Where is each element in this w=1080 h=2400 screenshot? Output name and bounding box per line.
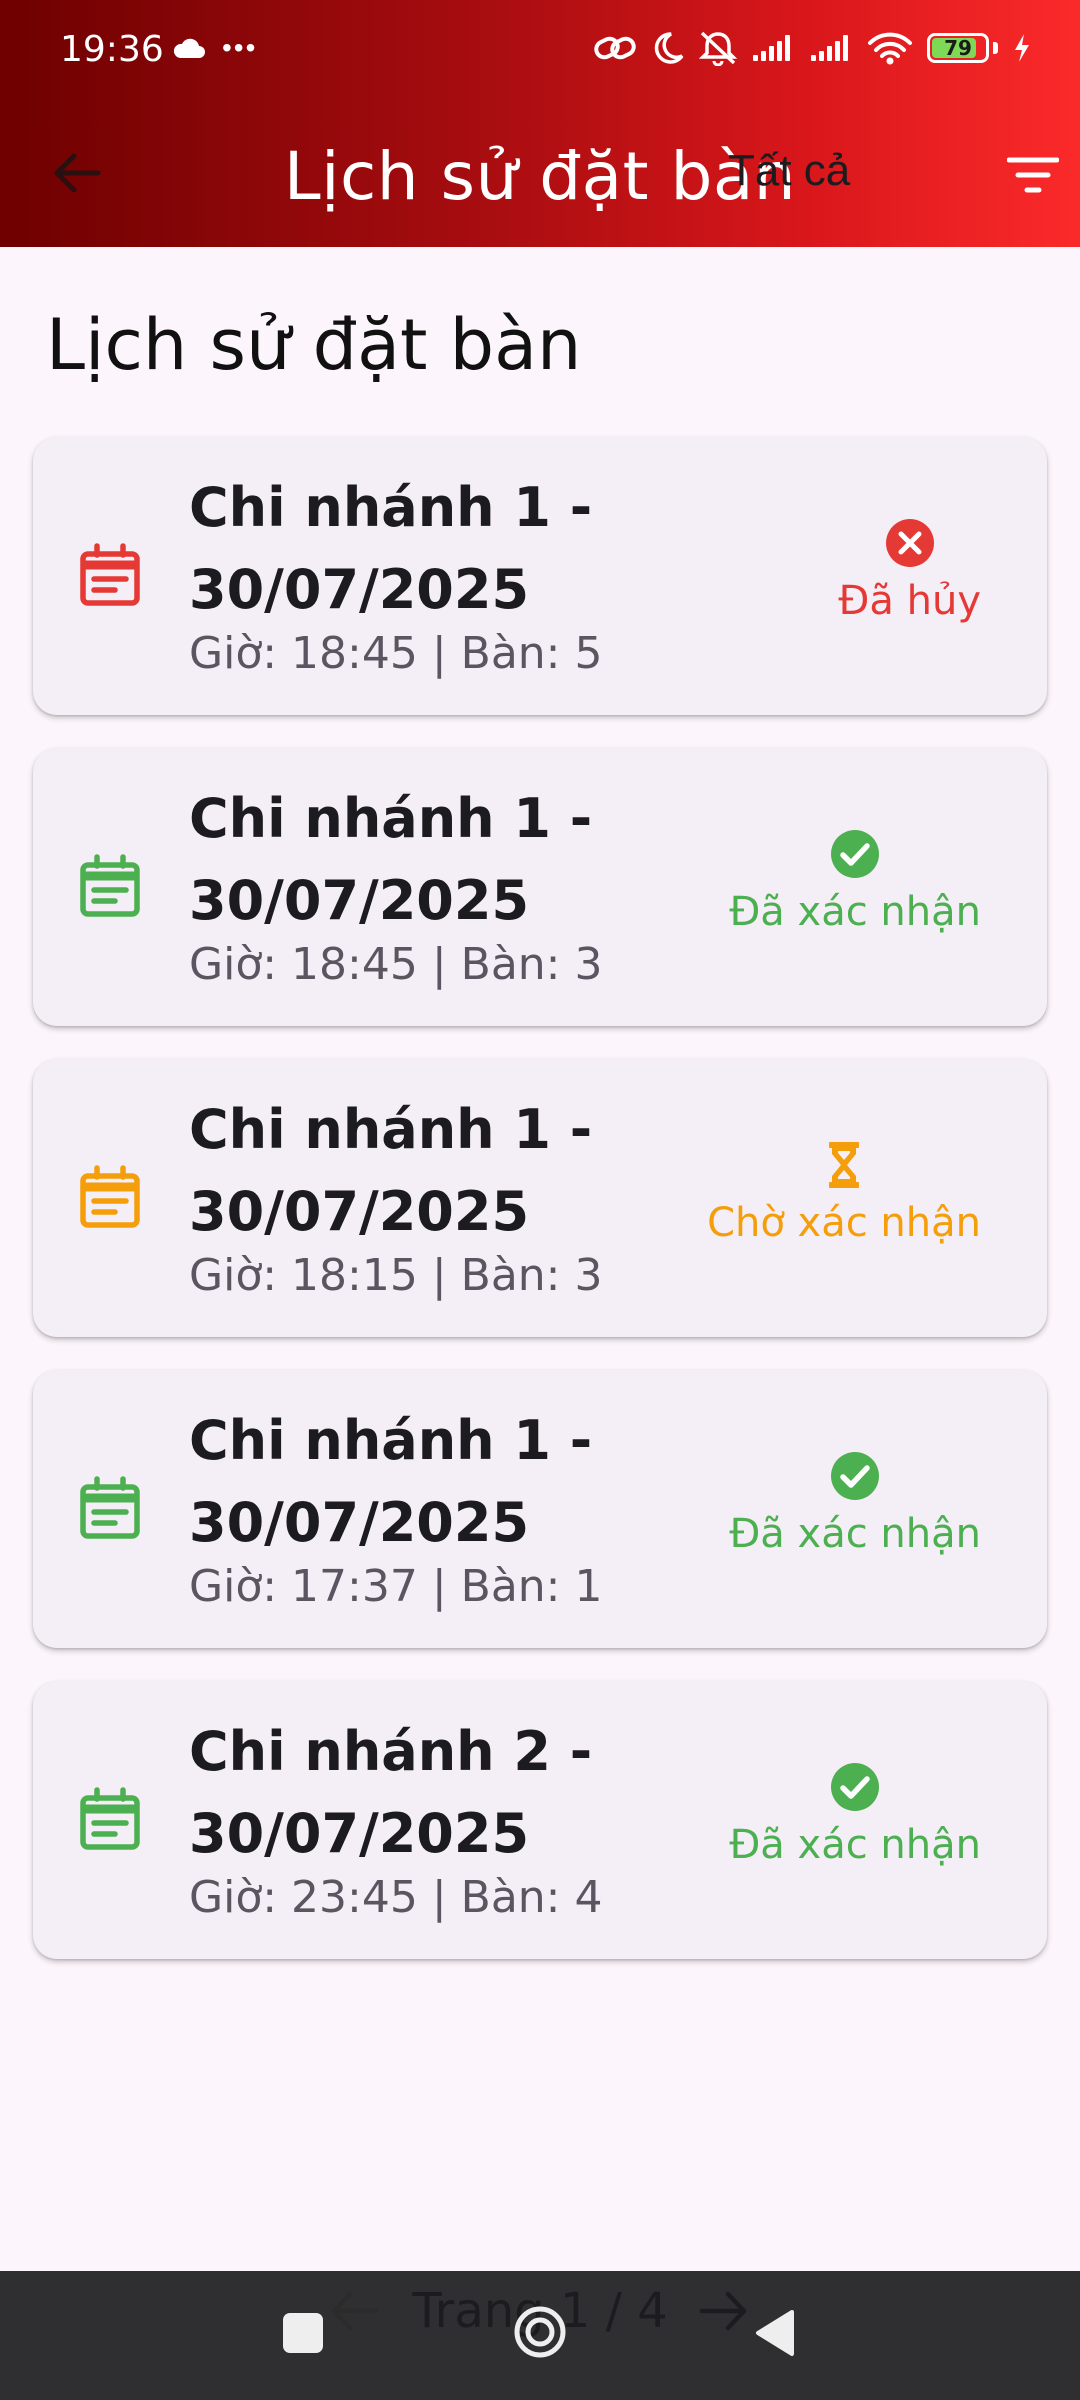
- app-bar: Lịch sử đặt bàn Tất cả: [0, 100, 1080, 247]
- more-dots: •••: [222, 32, 258, 63]
- cancel-circle-icon: [885, 519, 934, 567]
- system-back-icon[interactable]: [752, 2308, 798, 2358]
- check-circle-icon: [831, 830, 880, 878]
- cloud-icon: [173, 38, 205, 58]
- status-right-icons: 79: [593, 30, 1032, 66]
- home-button-icon[interactable]: [512, 2304, 568, 2360]
- check-circle-icon: [831, 1452, 880, 1500]
- recent-apps-button[interactable]: [283, 2313, 323, 2353]
- signal-icon: [753, 35, 790, 61]
- booking-status-label: Đã xác nhận: [729, 889, 981, 935]
- status-bar: 19:36 ••• 79: [0, 0, 1080, 100]
- booking-details: Giờ: 23:45 | Bàn: 4: [189, 1872, 603, 1923]
- calendar-icon: [80, 1476, 140, 1539]
- calendar-icon: [80, 854, 140, 917]
- app-bar-title: Lịch sử đặt bàn: [283, 138, 797, 215]
- booking-details: Giờ: 17:37 | Bàn: 1: [189, 1561, 603, 1612]
- status-time: 19:36: [60, 29, 164, 70]
- moon-icon: [654, 32, 684, 64]
- booking-card[interactable]: Chi nhánh 1 - 30/07/2025 Giờ: 18:15 | Bà…: [33, 1059, 1047, 1337]
- calendar-icon: [80, 1165, 140, 1228]
- battery-icon: 79: [927, 33, 989, 63]
- booking-status: Chờ xác nhận: [707, 1139, 981, 1249]
- booking-card[interactable]: Chi nhánh 1 - 30/07/2025 Giờ: 17:37 | Bà…: [33, 1370, 1047, 1648]
- filter-button[interactable]: [1000, 142, 1066, 208]
- filter-icon: [1007, 157, 1059, 193]
- check-circle-icon: [831, 1763, 880, 1811]
- booking-title: Chi nhánh 1 - 30/07/2025: [189, 1409, 593, 1554]
- charging-icon: [1015, 34, 1029, 62]
- status-left-icons: •••: [172, 32, 257, 64]
- booking-title: Chi nhánh 1 - 30/07/2025: [189, 476, 593, 621]
- booking-status: Đã xác nhận: [729, 828, 981, 938]
- calendar-icon: [80, 543, 140, 606]
- booking-status-label: Đã xác nhận: [729, 1511, 981, 1557]
- booking-card[interactable]: Chi nhánh 1 - 30/07/2025 Giờ: 18:45 | Bà…: [33, 437, 1047, 715]
- page-heading: Lịch sử đặt bàn: [46, 304, 582, 386]
- booking-title: Chi nhánh 2 - 30/07/2025: [189, 1720, 593, 1865]
- booking-status: Đã xác nhận: [729, 1761, 981, 1871]
- link-icon: [594, 36, 636, 60]
- next-page-icon[interactable]: [696, 2283, 752, 2339]
- bell-off-icon: [699, 31, 737, 66]
- calendar-icon: [80, 1787, 140, 1850]
- booking-status: Đã hủy: [838, 517, 981, 627]
- hourglass-icon: [829, 1142, 860, 1188]
- booking-status-label: Đã xác nhận: [729, 1822, 981, 1868]
- booking-status-label: Đã hủy: [838, 578, 981, 624]
- booking-title: Chi nhánh 1 - 30/07/2025: [189, 1098, 593, 1243]
- booking-title: Chi nhánh 1 - 30/07/2025: [189, 787, 593, 932]
- booking-details: Giờ: 18:45 | Bàn: 3: [189, 939, 603, 990]
- booking-card[interactable]: Chi nhánh 2 - 30/07/2025 Giờ: 23:45 | Bà…: [33, 1681, 1047, 1959]
- signal-icon-2: [811, 35, 848, 61]
- booking-details: Giờ: 18:45 | Bàn: 5: [189, 628, 603, 679]
- battery-level: 79: [944, 36, 972, 60]
- booking-details: Giờ: 18:15 | Bàn: 3: [189, 1250, 603, 1301]
- booking-status: Đã xác nhận: [729, 1450, 981, 1560]
- booking-list: Chi nhánh 1 - 30/07/2025 Giờ: 18:45 | Bà…: [33, 437, 1047, 1992]
- battery-cap: [993, 42, 998, 54]
- booking-card[interactable]: Chi nhánh 1 - 30/07/2025 Giờ: 18:45 | Bà…: [33, 748, 1047, 1026]
- wifi-icon: [868, 32, 912, 65]
- filter-selected-label[interactable]: Tất cả: [728, 144, 850, 198]
- booking-status-label: Chờ xác nhận: [707, 1200, 981, 1246]
